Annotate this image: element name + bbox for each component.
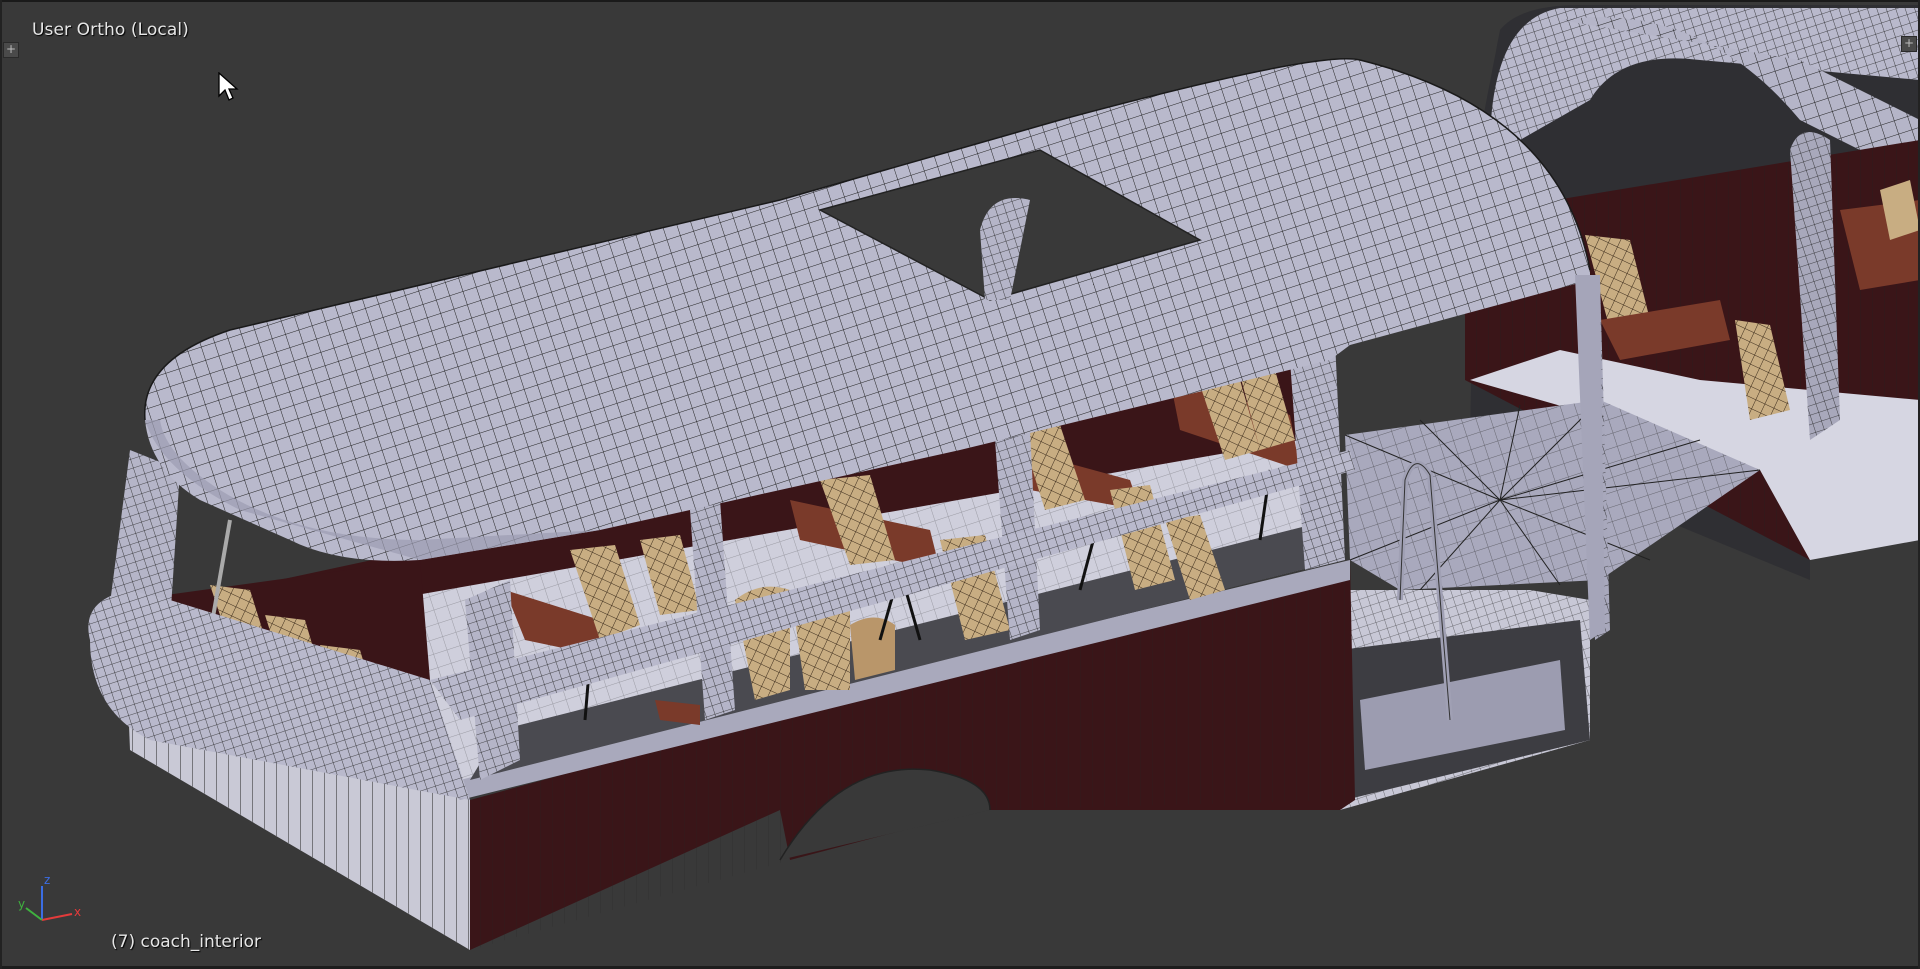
x-axis-label: x — [74, 905, 81, 919]
z-axis-label: z — [44, 873, 50, 887]
viewport-border-left — [0, 0, 2, 969]
region-split-plus-icon-right[interactable]: + — [1901, 36, 1917, 52]
y-axis-line — [25, 907, 43, 921]
coach-mesh-render[interactable] — [0, 0, 1920, 969]
active-object-label: (7) coach_interior — [111, 932, 261, 952]
axis-gizmo: z x y — [18, 873, 81, 921]
mouse-cursor-icon — [218, 72, 239, 101]
view-name-label: User Ortho (Local) — [32, 20, 189, 40]
x-axis-line — [41, 913, 73, 921]
y-axis-label: y — [18, 897, 25, 911]
3d-viewport[interactable]: + + User Ortho (Local) (7) coach_interio… — [0, 0, 1920, 969]
viewport-border-top — [0, 0, 1920, 2]
region-split-plus-icon[interactable]: + — [3, 42, 19, 58]
